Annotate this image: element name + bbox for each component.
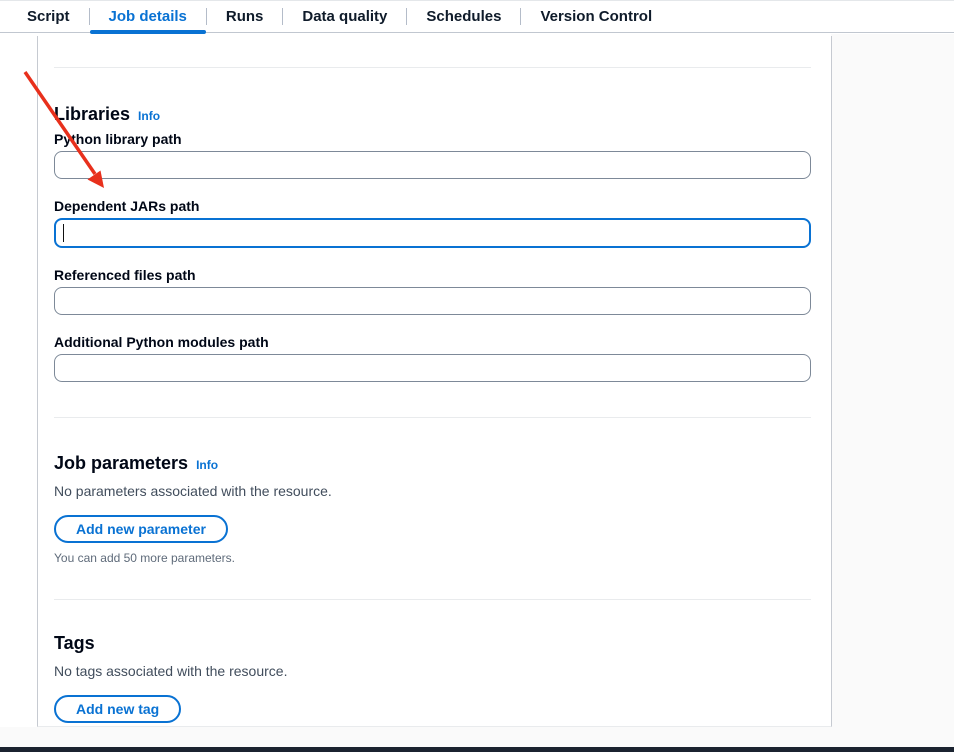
right-gutter	[831, 34, 954, 747]
tab-script[interactable]: Script	[8, 1, 89, 32]
tags-title: Tags	[54, 632, 95, 654]
tags-section-heading: Tags	[54, 632, 815, 654]
job-parameters-empty-text: No parameters associated with the resour…	[54, 481, 815, 501]
text-cursor	[63, 224, 64, 242]
job-parameters-info-link[interactable]: Info	[196, 458, 218, 472]
section-divider	[54, 417, 811, 418]
job-parameters-section-heading: Job parameters Info	[54, 452, 815, 474]
libraries-title: Libraries	[54, 103, 130, 125]
python-library-path-label: Python library path	[54, 130, 815, 148]
job-details-panel: Libraries Info Python library path Depen…	[37, 36, 832, 727]
additional-python-modules-path-input[interactable]	[54, 354, 811, 382]
panel-content: Libraries Info Python library path Depen…	[38, 67, 831, 723]
dependent-jars-path-input[interactable]	[54, 218, 811, 248]
add-new-tag-button[interactable]: Add new tag	[54, 695, 181, 723]
tab-runs[interactable]: Runs	[207, 1, 283, 32]
tab-version-control[interactable]: Version Control	[521, 1, 671, 32]
job-tabs: Script Job details Runs Data quality Sch…	[0, 0, 954, 33]
job-parameters-hint-text: You can add 50 more parameters.	[54, 550, 815, 566]
additional-python-modules-path-label: Additional Python modules path	[54, 333, 815, 351]
section-divider	[54, 599, 811, 600]
tab-schedules[interactable]: Schedules	[407, 1, 520, 32]
python-library-path-input[interactable]	[54, 151, 811, 179]
referenced-files-path-input[interactable]	[54, 287, 811, 315]
libraries-section-heading: Libraries Info	[54, 103, 815, 125]
job-details-page: { "tabs": { "items": [ { "label": "Scrip…	[0, 0, 954, 753]
tab-data-quality[interactable]: Data quality	[283, 1, 406, 32]
referenced-files-path-label: Referenced files path	[54, 266, 815, 284]
libraries-info-link[interactable]: Info	[138, 109, 160, 123]
window-bottom-bar	[0, 747, 954, 752]
tab-job-details[interactable]: Job details	[90, 1, 206, 32]
job-parameters-title: Job parameters	[54, 452, 188, 474]
bottom-strip	[0, 727, 954, 747]
tags-empty-text: No tags associated with the resource.	[54, 661, 815, 681]
section-divider	[54, 67, 811, 68]
dependent-jars-path-label: Dependent JARs path	[54, 197, 815, 215]
add-new-parameter-button[interactable]: Add new parameter	[54, 515, 228, 543]
